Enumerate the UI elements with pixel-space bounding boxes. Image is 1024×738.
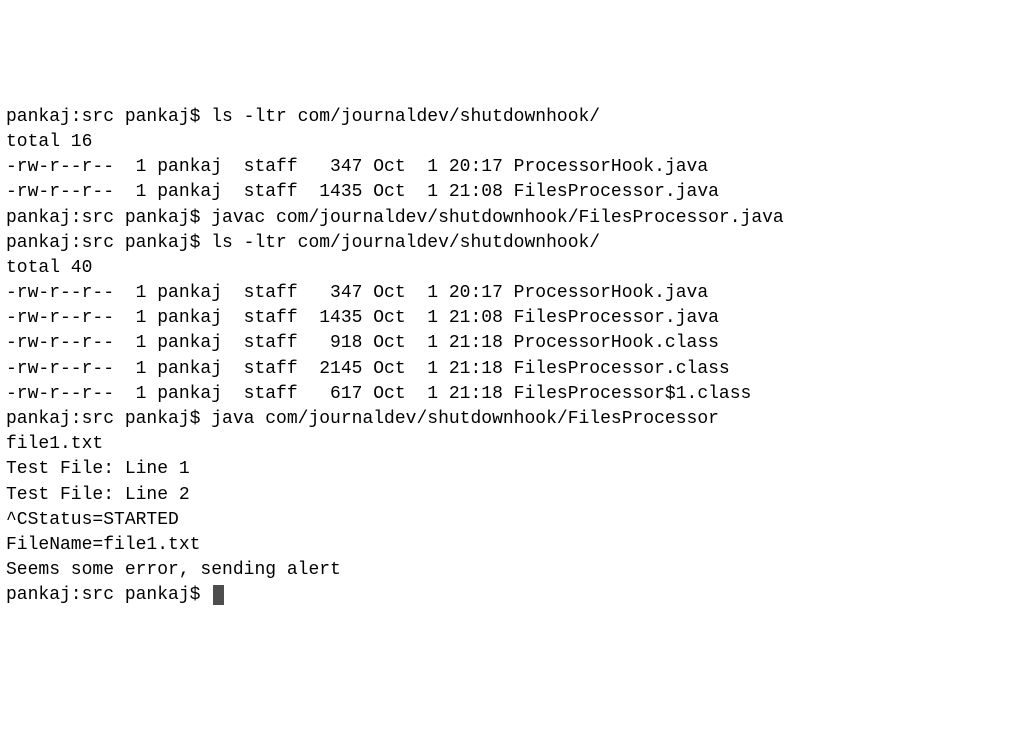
terminal-line: pankaj:src pankaj$ ls -ltr com/journalde… — [6, 105, 1018, 130]
terminal-line: -rw-r--r-- 1 pankaj staff 617 Oct 1 21:1… — [6, 382, 1018, 407]
terminal-line: -rw-r--r-- 1 pankaj staff 347 Oct 1 20:1… — [6, 155, 1018, 180]
terminal-line: Seems some error, sending alert — [6, 558, 1018, 583]
terminal-line: total 40 — [6, 256, 1018, 281]
terminal-line: total 16 — [6, 130, 1018, 155]
terminal-line: pankaj:src pankaj$ javac com/journaldev/… — [6, 206, 1018, 231]
terminal-line: pankaj:src pankaj$ — [6, 583, 1018, 608]
terminal-line: -rw-r--r-- 1 pankaj staff 347 Oct 1 20:1… — [6, 281, 1018, 306]
terminal-cursor — [213, 585, 224, 605]
terminal-line: Test File: Line 1 — [6, 457, 1018, 482]
terminal-line: -rw-r--r-- 1 pankaj staff 918 Oct 1 21:1… — [6, 331, 1018, 356]
terminal-line: Test File: Line 2 — [6, 483, 1018, 508]
terminal-line: -rw-r--r-- 1 pankaj staff 2145 Oct 1 21:… — [6, 357, 1018, 382]
terminal-line: FileName=file1.txt — [6, 533, 1018, 558]
terminal-line: pankaj:src pankaj$ java com/journaldev/s… — [6, 407, 1018, 432]
terminal-line: pankaj:src pankaj$ ls -ltr com/journalde… — [6, 231, 1018, 256]
terminal-line: ^CStatus=STARTED — [6, 508, 1018, 533]
terminal-line: -rw-r--r-- 1 pankaj staff 1435 Oct 1 21:… — [6, 180, 1018, 205]
terminal-output[interactable]: pankaj:src pankaj$ ls -ltr com/journalde… — [6, 105, 1018, 609]
terminal-line: -rw-r--r-- 1 pankaj staff 1435 Oct 1 21:… — [6, 306, 1018, 331]
terminal-line: file1.txt — [6, 432, 1018, 457]
